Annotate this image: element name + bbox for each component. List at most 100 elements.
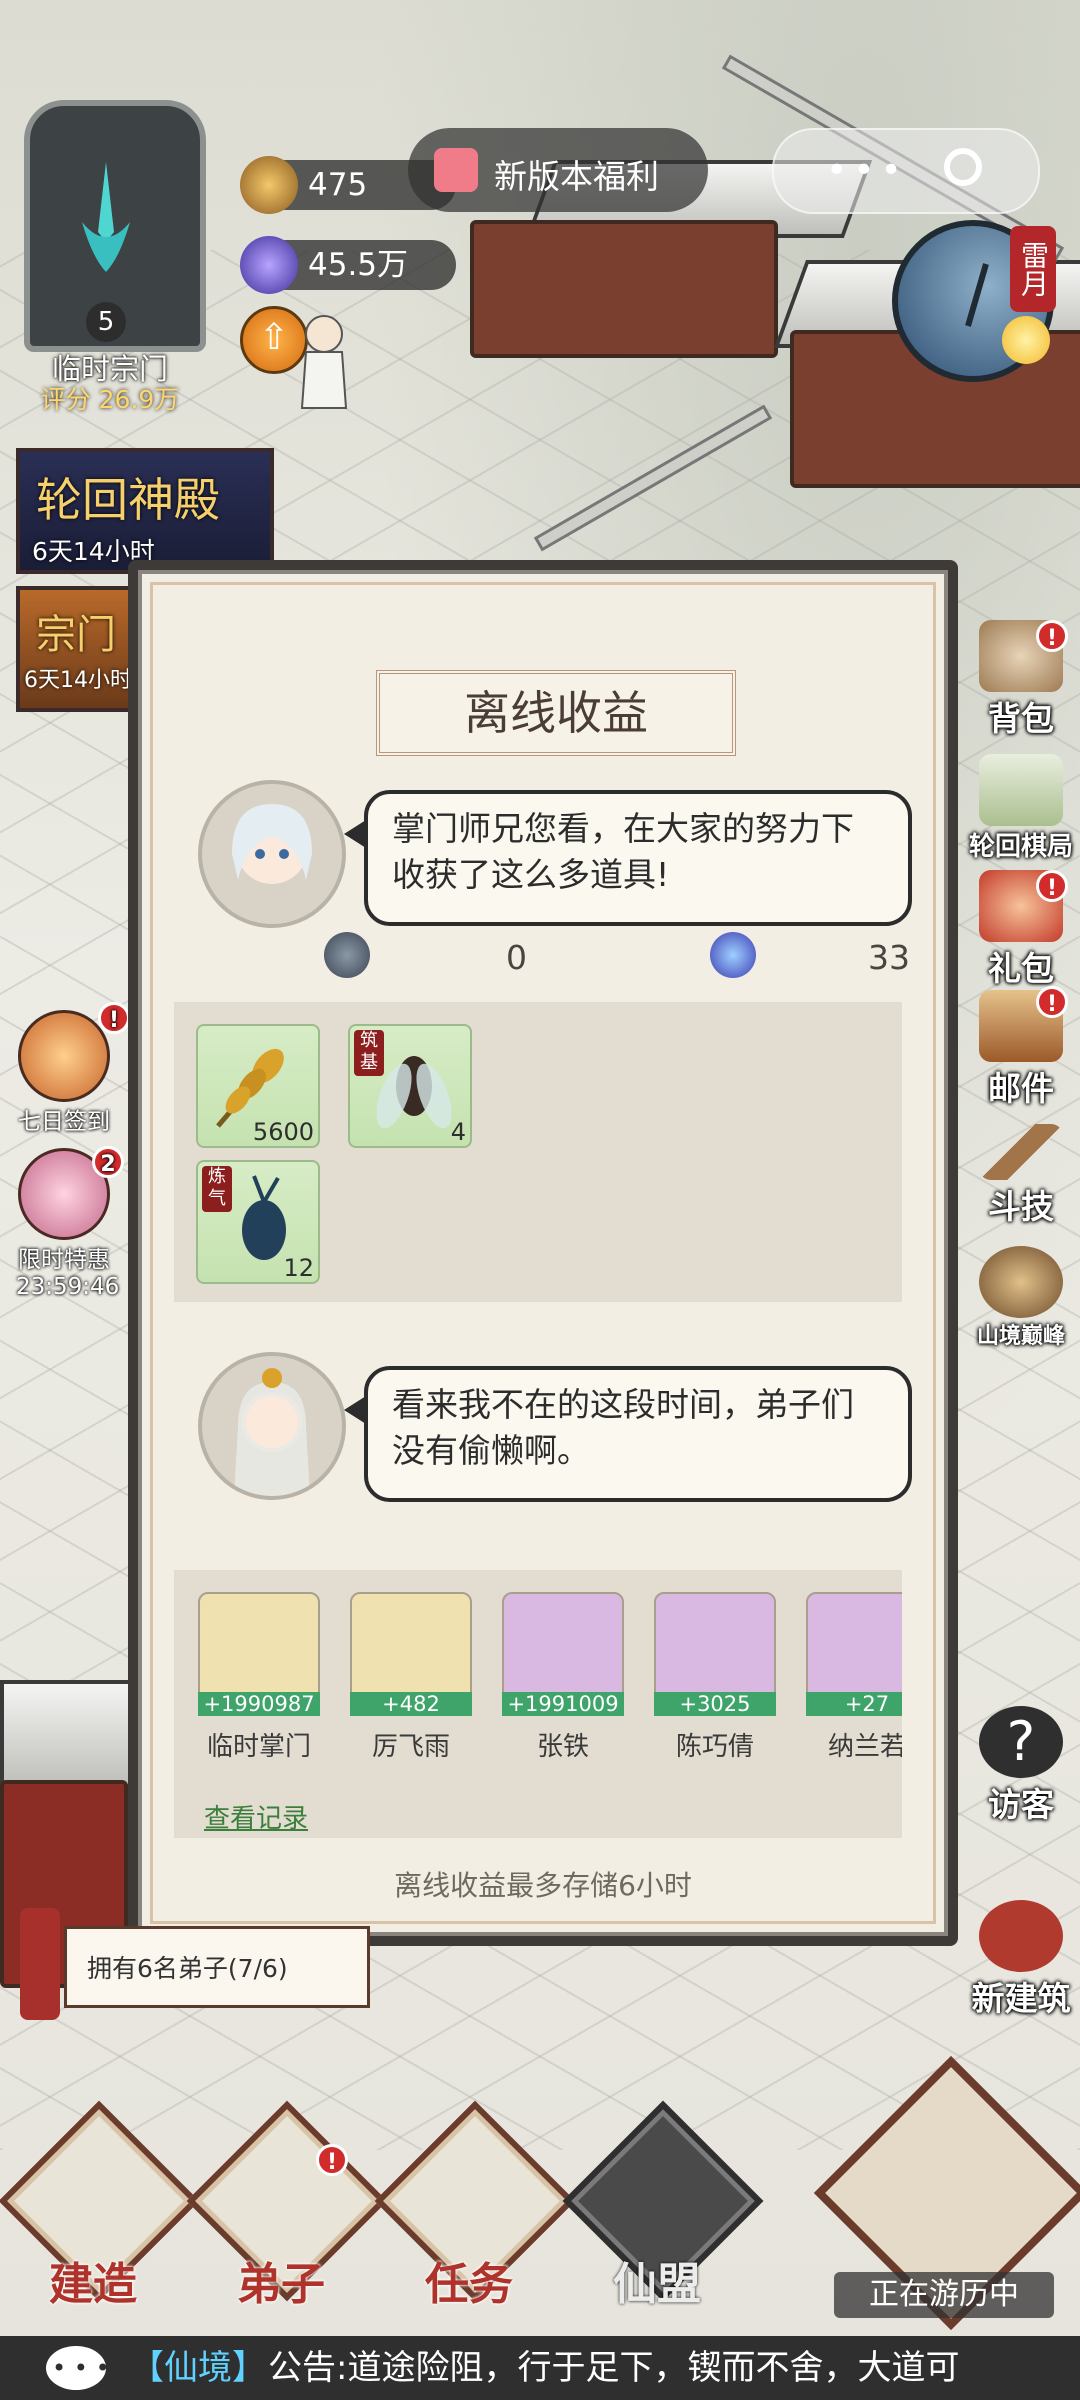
disciple-gain: +27 — [806, 1692, 902, 1716]
reincarnation-chess-button[interactable]: 轮回棋局 — [966, 754, 1076, 874]
ticker-channel: 【仙境】 — [130, 2348, 266, 2388]
cauldron-icon — [979, 1246, 1063, 1318]
item-qty: 12 — [283, 1254, 314, 1282]
journey-button[interactable]: 正在游历中 — [813, 2055, 1080, 2331]
visitor-button[interactable]: ? 访客 — [966, 1706, 1076, 1826]
ore-icon — [324, 932, 370, 978]
speech-bubble-1: 掌门师兄您看，在大家的努力下收获了这么多道具! — [364, 790, 912, 926]
nav-label: 仙盟 — [613, 2259, 701, 2310]
master-portrait-icon — [234, 1368, 310, 1496]
crystal-icon — [710, 932, 756, 978]
checkin-label: 七日签到 — [18, 1109, 110, 1135]
badge: ! — [1036, 870, 1068, 902]
offer-label: 限时特惠 — [18, 1247, 110, 1273]
duel-label: 斗技 — [988, 1187, 1054, 1226]
bubble-tail — [344, 820, 366, 848]
nav-label: 任务 — [425, 2259, 513, 2310]
month-tag: 雷月 — [1010, 226, 1056, 312]
disciple-girl-avatar — [198, 780, 346, 928]
close-icon[interactable] — [944, 148, 982, 186]
event-title: 宗门 — [36, 612, 116, 658]
currency-2-value: 45.5万 — [308, 247, 409, 283]
event-time: 6天14小时 — [24, 668, 132, 693]
disciple-gain: +1991009 — [502, 1692, 624, 1716]
item-slot[interactable]: 5600 — [196, 1024, 320, 1148]
new-building-button[interactable]: 新建筑 — [966, 1900, 1076, 2020]
disciple-name: 陈巧倩 — [675, 1732, 754, 1762]
badge: ! — [316, 2144, 348, 2176]
more-icon[interactable]: ••• — [826, 150, 908, 191]
limited-offer-button[interactable]: 限时特惠 23:59:46 2 — [16, 1146, 124, 1300]
question-icon: ? — [979, 1706, 1063, 1778]
disciple-gain: +1990987 — [198, 1692, 320, 1716]
mail-button[interactable]: 邮件 ! — [966, 986, 1076, 1110]
sect-score: 评分 26.9万 — [40, 385, 180, 414]
nav-build[interactable]: 建造 — [0, 2100, 200, 2310]
journey-status: 正在游历中 — [834, 2272, 1054, 2318]
girl-portrait-icon — [232, 804, 312, 884]
calendar-icon — [18, 1010, 110, 1102]
badge: 2 — [92, 1146, 124, 1178]
chat-icon[interactable] — [46, 2336, 110, 2400]
nav-tasks[interactable]: 任务 — [374, 2100, 576, 2310]
nav-label: 弟子 — [237, 2259, 325, 2310]
event-title: 轮回神殿 — [36, 473, 220, 527]
miniapp-capsule[interactable]: ••• — [772, 128, 1040, 214]
backpack-button[interactable]: 背包 ! — [966, 620, 1076, 740]
summary-value-2: 33 — [868, 938, 910, 977]
disciple-card[interactable]: +1991009 张铁 — [502, 1592, 624, 1763]
new-version-welfare-button[interactable]: 新版本福利 — [408, 128, 708, 212]
item-slot[interactable]: 筑基 4 — [348, 1024, 472, 1148]
disciple-count-scroll[interactable]: 拥有6名弟子(7/6) — [20, 1908, 370, 2020]
currency-2-pill[interactable]: 45.5万 — [240, 236, 456, 294]
disciple-card[interactable]: +1990987 临时掌门 — [198, 1592, 320, 1763]
mail-label: 邮件 — [988, 1069, 1054, 1108]
gift-pack-label: 礼包 — [988, 949, 1054, 988]
chess-label: 轮回棋局 — [968, 832, 1073, 862]
building — [470, 220, 778, 358]
disciple-count-text: 拥有6名弟子(7/6) — [87, 1954, 288, 1983]
mountain-peak-button[interactable]: 山境巅峰 — [966, 1246, 1076, 1366]
disciples-panel: +1990987 临时掌门 +482 厉飞雨 +1991009 张铁 +3025… — [174, 1570, 902, 1838]
nav-disciples[interactable]: 弟子 ! — [186, 2100, 388, 2310]
announcement-ticker[interactable]: 【仙境】 公告:道途险阻，行于足下，锲而不舍，大道可 — [0, 2336, 1080, 2400]
spirit-stone-icon — [240, 156, 298, 214]
disciple-name: 张铁 — [536, 1732, 589, 1762]
event-banner-sect[interactable]: 宗门 6天14小时 — [16, 586, 144, 712]
event-banner-reincarnation-temple[interactable]: 轮回神殿 6天14小时 — [16, 448, 274, 574]
disciple-card[interactable]: +3025 陈巧倩 — [654, 1592, 776, 1763]
item-rank-tag: 炼气 — [202, 1166, 232, 1212]
badge: ! — [98, 1002, 130, 1034]
sect-master-chibi — [300, 315, 348, 409]
swords-icon — [979, 1124, 1063, 1180]
nav-alliance[interactable]: 仙盟 — [562, 2100, 764, 2310]
backpack-label: 背包 — [988, 699, 1054, 738]
scroll-roll — [20, 1908, 60, 2020]
crystal-icon — [240, 236, 298, 294]
welfare-label: 新版本福利 — [494, 157, 659, 196]
offer-timer: 23:59:46 — [16, 1274, 120, 1300]
peak-label: 山境巅峰 — [976, 1323, 1065, 1349]
storage-limit-note: 离线收益最多存储6小时 — [394, 1869, 692, 1902]
disciple-card[interactable]: +482 厉飞雨 — [350, 1592, 472, 1763]
bubble-tail — [344, 1396, 366, 1424]
duel-button[interactable]: 斗技 — [966, 1124, 1076, 1244]
disciple-card[interactable]: +27 纳兰若 — [806, 1592, 902, 1763]
new-building-label: 新建筑 — [971, 1979, 1071, 2018]
chessboard-icon — [979, 754, 1063, 826]
dialog-title: 离线收益 — [376, 670, 736, 756]
speech-bubble-2: 看来我不在的这段时间，弟子们没有偷懒啊。 — [364, 1366, 912, 1502]
item-qty: 5600 — [252, 1118, 314, 1146]
gift-icon — [434, 148, 478, 192]
item-qty: 4 — [450, 1118, 466, 1146]
offline-earnings-dialog[interactable]: 离线收益 掌门师兄您看，在大家的努力下收获了这么多道具! 0 33 5600 筑… — [128, 560, 958, 1946]
currency-1-value: 475 — [308, 167, 368, 203]
view-record-link[interactable]: 查看记录 — [204, 1798, 308, 1835]
seven-day-checkin-button[interactable]: 七日签到 ! — [16, 1002, 130, 1136]
badge: ! — [1036, 620, 1068, 652]
item-slot[interactable]: 炼气 12 — [196, 1160, 320, 1284]
pavilion-icon — [979, 1900, 1063, 1972]
gift-pack-button[interactable]: 礼包 ! — [966, 870, 1076, 990]
scroll-paper: 拥有6名弟子(7/6) — [64, 1926, 370, 2008]
sword-icon — [82, 162, 130, 272]
